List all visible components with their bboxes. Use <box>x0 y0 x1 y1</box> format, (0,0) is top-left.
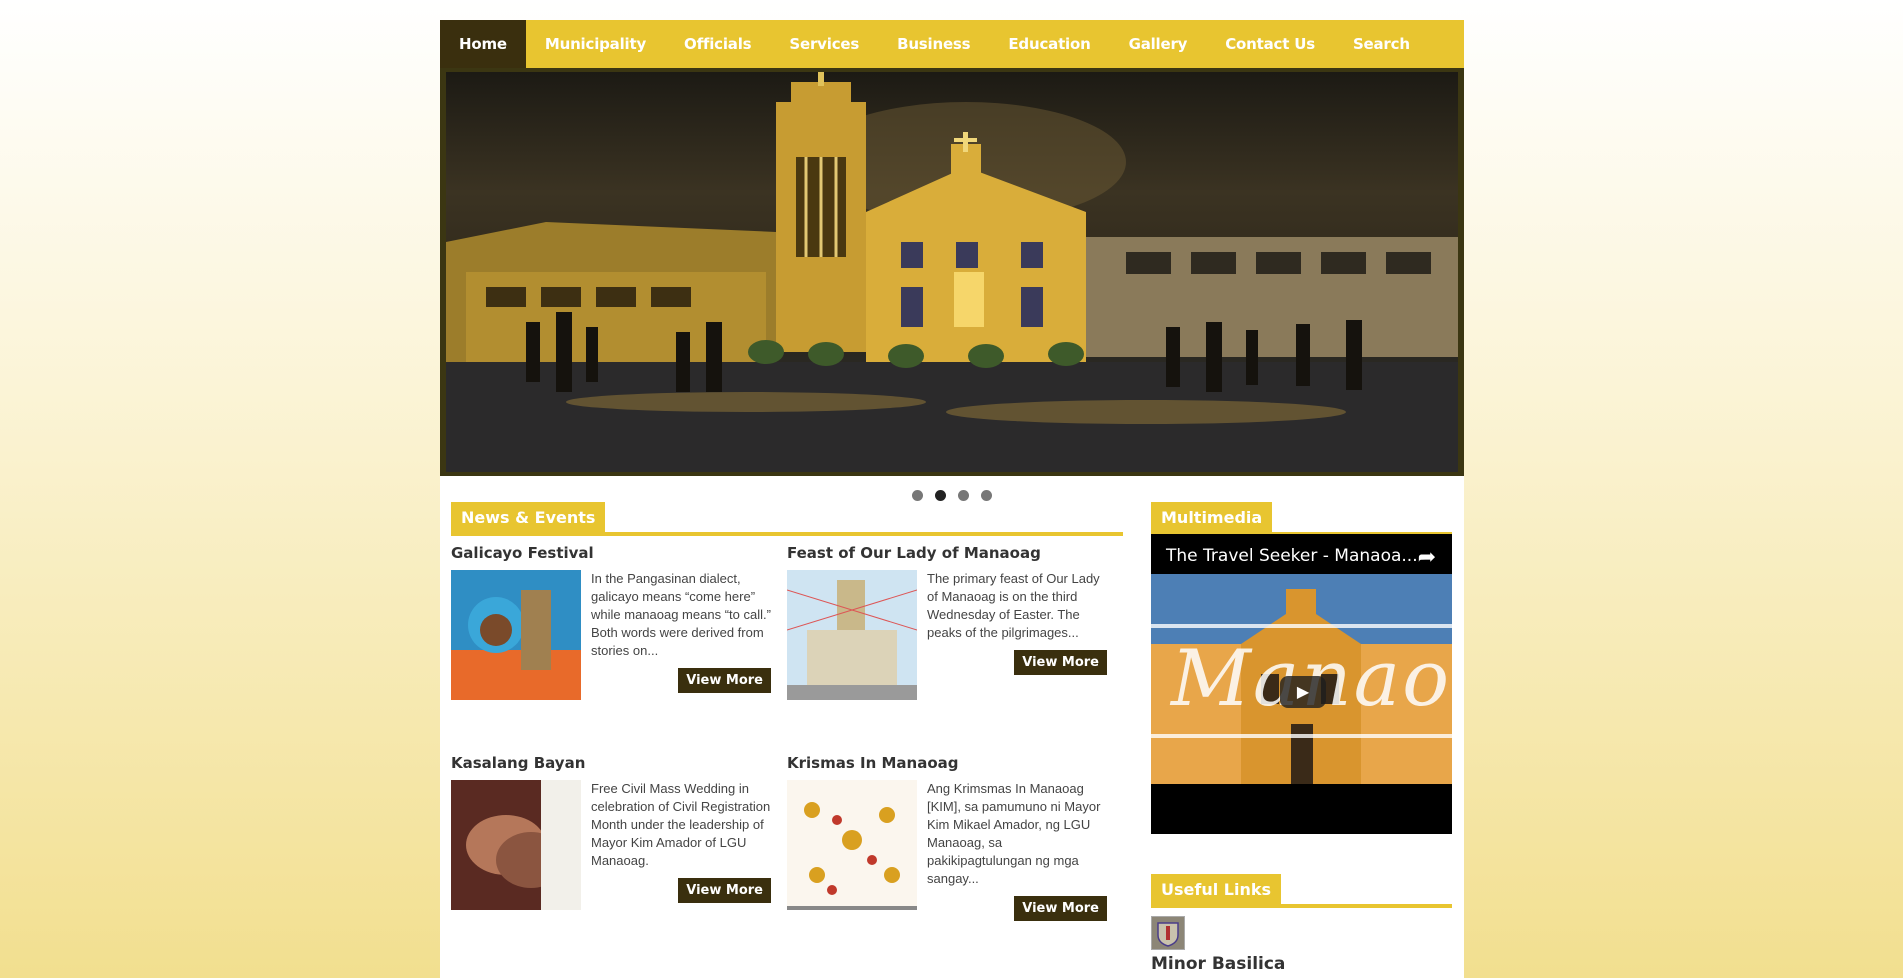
multimedia-title: Multimedia <box>1151 502 1273 532</box>
useful-links-header: Useful Links <box>1151 874 1452 908</box>
church-illustration <box>446 72 1458 472</box>
nav-municipality[interactable]: Municipality <box>526 20 665 68</box>
main-nav: Home Municipality Officials Services Bus… <box>440 20 1464 68</box>
news-item-title[interactable]: Krismas In Manaoag <box>787 754 1113 772</box>
multimedia-header: Multimedia <box>1151 502 1452 536</box>
news-thumbnail[interactable] <box>787 570 917 700</box>
news-item-title[interactable]: Feast of Our Lady of Manaoag <box>787 544 1113 562</box>
nav-home[interactable]: Home <box>440 20 526 68</box>
news-item-excerpt: In the Pangasinan dialect, galicayo mean… <box>591 571 771 658</box>
news-item-title[interactable]: Kasalang Bayan <box>451 754 777 772</box>
news-item: Kasalang Bayan Free Civil Mass Wedding i… <box>451 754 777 910</box>
news-events-header: News & Events <box>451 502 1123 536</box>
nav-services[interactable]: Services <box>770 20 878 68</box>
news-item: Galicayo Festival In the Pangasinan dial… <box>451 544 777 700</box>
slider-dots <box>440 490 1464 501</box>
video-player[interactable]: Manaoag The Travel Seeker - Manaoa... ➦ … <box>1151 534 1452 834</box>
news-thumbnail[interactable] <box>451 570 581 700</box>
news-item-excerpt: Free Civil Mass Wedding in celebration o… <box>591 781 771 868</box>
nav-contact-us[interactable]: Contact Us <box>1206 20 1334 68</box>
news-item-title[interactable]: Galicayo Festival <box>451 544 777 562</box>
view-more-button[interactable]: View More <box>678 878 771 903</box>
play-icon: ▶ <box>1296 684 1310 701</box>
news-item-excerpt: The primary feast of Our Lady of Manaoag… <box>927 571 1100 640</box>
useful-link-minor-basilica[interactable]: Minor Basilica <box>1151 954 1285 974</box>
news-events-title: News & Events <box>451 502 606 532</box>
news-item-excerpt: Ang Krimsmas In Manaoag [KIM], sa pamumu… <box>927 781 1101 886</box>
play-button[interactable]: ▶ <box>1280 676 1326 708</box>
video-title[interactable]: The Travel Seeker - Manaoa... <box>1166 546 1418 566</box>
share-icon[interactable]: ➦ <box>1418 544 1436 570</box>
nav-officials[interactable]: Officials <box>665 20 770 68</box>
nav-gallery[interactable]: Gallery <box>1110 20 1207 68</box>
useful-links-title: Useful Links <box>1151 874 1282 904</box>
news-thumbnail[interactable] <box>451 780 581 910</box>
view-more-button[interactable]: View More <box>1014 896 1107 921</box>
view-more-button[interactable]: View More <box>678 668 771 693</box>
news-item: Krismas In Manaoag Ang Krimsmas In Manao… <box>787 754 1113 921</box>
news-thumbnail[interactable] <box>787 780 917 910</box>
slider-dot[interactable] <box>912 490 923 501</box>
slider-dot-active[interactable] <box>935 490 946 501</box>
slider-dot[interactable] <box>958 490 969 501</box>
hero-image-church <box>446 72 1458 472</box>
nav-business[interactable]: Business <box>878 20 989 68</box>
slider-dot[interactable] <box>981 490 992 501</box>
basilica-seal-icon[interactable] <box>1151 916 1185 950</box>
hero-slider[interactable] <box>440 68 1464 476</box>
nav-education[interactable]: Education <box>989 20 1109 68</box>
view-more-button[interactable]: View More <box>1014 650 1107 675</box>
nav-search[interactable]: Search <box>1334 20 1429 68</box>
page-container: Home Municipality Officials Services Bus… <box>440 20 1464 978</box>
news-item: Feast of Our Lady of Manaoag The primary… <box>787 544 1113 700</box>
